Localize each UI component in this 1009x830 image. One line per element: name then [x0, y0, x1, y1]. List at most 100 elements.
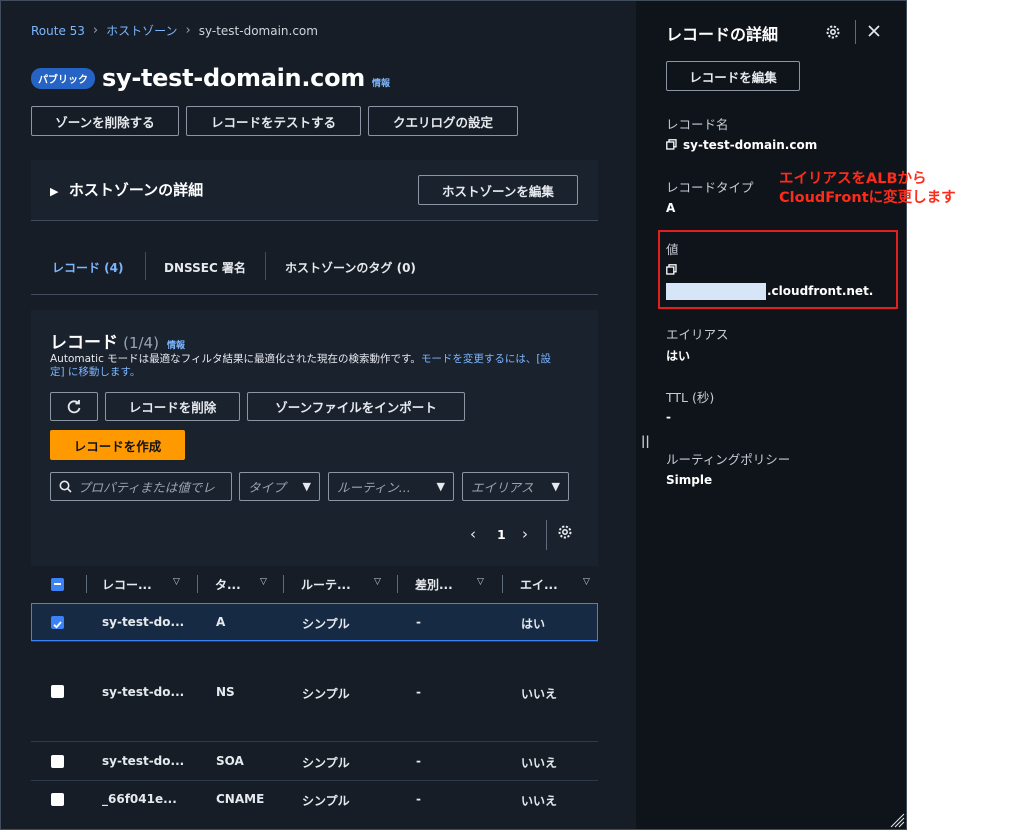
alias-filter-label: エイリアス	[471, 480, 534, 495]
cell-routing: シンプル	[302, 756, 350, 770]
row-checkbox[interactable]	[51, 755, 64, 768]
panel-title: レコードの詳細	[666, 25, 779, 44]
cell-record-name[interactable]: sy-test-do...	[102, 615, 184, 629]
cell-type: CNAME	[216, 792, 265, 806]
hosted-zone-details-toggle[interactable]: ▶ ホストゾーンの詳細	[50, 179, 203, 200]
test-record-button[interactable]: レコードをテストする	[186, 106, 361, 136]
records-count: (1/4)	[123, 334, 159, 352]
public-badge: パブリック	[31, 67, 95, 89]
highlight-box	[658, 230, 898, 309]
row-checkbox[interactable]	[51, 793, 64, 806]
edit-record-button[interactable]: レコードを編集	[666, 61, 800, 91]
records-notice: Automatic モードは最適なフィルタ結果に最適化された現在の検索動作です。…	[50, 353, 560, 379]
column-type[interactable]: タ...	[215, 576, 241, 593]
table-settings-icon[interactable]	[557, 524, 573, 544]
resize-grip-icon[interactable]	[889, 812, 905, 830]
caret-down-icon: ▼	[302, 480, 311, 493]
create-record-button[interactable]: レコードを作成	[50, 430, 185, 460]
type-filter-label: タイプ	[248, 480, 286, 495]
search-icon	[59, 480, 72, 493]
sort-icon[interactable]: ▽	[477, 577, 484, 587]
breadcrumb-hosted-zones[interactable]: ホストゾーン	[106, 22, 177, 39]
resize-handle[interactable]: ||	[641, 434, 650, 448]
page-title-row: パブリック sy-test-domain.com 情報	[31, 64, 390, 92]
tab-records[interactable]: レコード (4)	[52, 259, 124, 276]
cell-record-name[interactable]: sy-test-do...	[102, 754, 184, 768]
cell-routing: シンプル	[302, 794, 350, 808]
sort-icon[interactable]: ▽	[260, 577, 267, 587]
tab-separator	[145, 252, 146, 280]
search-placeholder: プロパティまたは値でレ	[78, 480, 215, 495]
row-divider	[31, 641, 598, 642]
refresh-icon	[67, 399, 81, 413]
cell-record-name[interactable]: sy-test-do...	[102, 685, 184, 699]
column-differentiator[interactable]: 差別...	[415, 576, 453, 593]
next-page-icon[interactable]: ›	[522, 525, 528, 543]
cell-routing: シンプル	[302, 617, 350, 631]
column-routing[interactable]: ルーテ...	[301, 576, 351, 593]
records-title: レコード	[50, 333, 118, 353]
cell-differentiator: -	[416, 685, 421, 699]
info-link[interactable]: 情報	[372, 76, 390, 89]
edit-hosted-zone-button[interactable]: ホストゾーンを編集	[418, 175, 578, 205]
alias-value: はい	[666, 349, 691, 363]
cell-alias: いいえ	[521, 794, 558, 808]
record-name-label: レコード名	[666, 117, 729, 132]
routing-filter[interactable]: ルーティン... ▼	[328, 472, 454, 501]
cell-differentiator: -	[416, 615, 421, 629]
table-header: レコー... ▽ タ... ▽ ルーテ... ▽ 差別... ▽ エイ... ▽	[31, 566, 598, 602]
close-icon[interactable]	[866, 23, 882, 43]
cell-record-name[interactable]: _66f041e...	[102, 792, 177, 806]
delete-record-button[interactable]: レコードを削除	[105, 392, 240, 421]
row-divider	[31, 780, 598, 781]
row-checkbox[interactable]	[51, 616, 64, 629]
search-input[interactable]: プロパティまたは値でレ	[50, 472, 232, 501]
annotation-line2: CloudFrontに変更します	[779, 190, 956, 206]
caret-down-icon: ▼	[436, 480, 445, 493]
settings-icon[interactable]	[825, 24, 841, 44]
tabs-divider	[31, 294, 598, 295]
cell-type: SOA	[216, 754, 244, 768]
hosted-zone-details-title: ホストゾーンの詳細	[68, 181, 204, 199]
cell-alias: いいえ	[521, 687, 558, 701]
cell-type: NS	[216, 685, 235, 699]
delete-zone-button[interactable]: ゾーンを削除する	[31, 106, 179, 136]
type-filter[interactable]: タイプ ▼	[239, 472, 320, 501]
annotation-line1: エイリアスをALBから	[779, 171, 927, 187]
check-icon	[53, 621, 62, 629]
sort-icon[interactable]: ▽	[374, 577, 381, 587]
page-number[interactable]: 1	[497, 527, 506, 542]
page-title: sy-test-domain.com	[102, 64, 365, 92]
breadcrumb-route53[interactable]: Route 53	[31, 24, 85, 38]
records-info-link[interactable]: 情報	[167, 341, 185, 351]
refresh-button[interactable]	[50, 392, 98, 421]
tab-dnssec[interactable]: DNSSEC 署名	[164, 259, 246, 276]
record-type-label: レコードタイプ	[666, 180, 754, 195]
caret-down-icon: ▼	[551, 480, 560, 493]
cell-alias: いいえ	[521, 756, 558, 770]
annotation-text: エイリアスをALBから CloudFrontに変更します	[779, 170, 956, 208]
cell-differentiator: -	[416, 792, 421, 806]
query-log-button[interactable]: クエリログの設定	[368, 106, 518, 136]
select-all-checkbox[interactable]	[51, 578, 64, 591]
breadcrumb-current: sy-test-domain.com	[198, 23, 318, 38]
sort-icon[interactable]: ▽	[173, 577, 180, 587]
column-record-name[interactable]: レコー...	[102, 576, 152, 593]
divider	[31, 220, 598, 221]
tab-separator	[265, 252, 266, 280]
sort-icon[interactable]: ▽	[583, 577, 590, 587]
cell-type: A	[216, 615, 226, 629]
copy-icon[interactable]	[666, 139, 677, 150]
tab-tags[interactable]: ホストゾーンのタグ (0)	[285, 259, 416, 276]
column-alias[interactable]: エイ...	[520, 576, 558, 593]
routing-policy-label: ルーティングポリシー	[666, 452, 791, 467]
prev-page-icon[interactable]: ‹	[470, 525, 476, 543]
ttl-label: TTL (秒)	[666, 390, 715, 405]
import-zone-file-button[interactable]: ゾーンファイルをインポート	[247, 392, 465, 421]
row-checkbox[interactable]	[51, 685, 64, 698]
records-notice-text: Automatic モードは最適なフィルタ結果に最適化された現在の検索動作です。	[50, 353, 421, 365]
alias-filter[interactable]: エイリアス ▼	[462, 472, 569, 501]
routing-policy-value: Simple	[666, 473, 713, 487]
ttl-value: -	[666, 410, 671, 424]
cell-differentiator: -	[416, 754, 421, 768]
